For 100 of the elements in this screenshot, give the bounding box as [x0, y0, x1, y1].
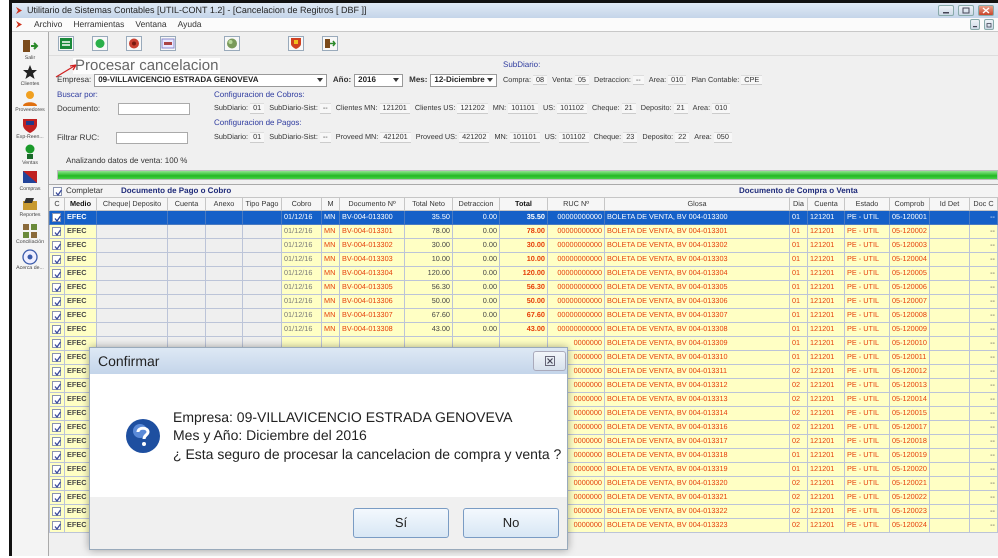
folder-icon	[21, 195, 39, 212]
row-selector[interactable]	[50, 336, 64, 350]
shield-icon	[289, 37, 303, 50]
row-selector[interactable]	[50, 280, 64, 294]
checkbox[interactable]	[52, 227, 61, 236]
toolbar-button[interactable]	[126, 36, 142, 51]
checkbox[interactable]	[52, 297, 61, 306]
person-icon	[20, 90, 39, 108]
check-icon	[54, 188, 63, 196]
row-selector[interactable]	[50, 252, 64, 266]
tooltip: Procesar cancelacion	[73, 58, 220, 74]
yes-button[interactable]: Sí	[353, 508, 449, 538]
checkbox[interactable]	[52, 269, 61, 278]
group-title: Documento de Pago o Cobro	[121, 186, 232, 196]
grid-icon	[20, 222, 39, 239]
row-selector[interactable]	[50, 392, 64, 406]
row-selector[interactable]	[50, 420, 64, 434]
row-selector[interactable]	[50, 462, 64, 476]
checkbox[interactable]	[52, 367, 61, 376]
close-icon	[544, 356, 554, 366]
row-selector[interactable]	[50, 504, 64, 518]
dialog-title: Confirmar	[98, 352, 160, 370]
minimize-button[interactable]	[938, 5, 954, 16]
dialog-message: Empresa: 09-VILLAVICENCIO ESTRADA GENOVEVA	[173, 408, 514, 426]
row-selector[interactable]	[50, 476, 64, 490]
row-selector[interactable]	[50, 434, 64, 448]
checkbox[interactable]	[52, 451, 61, 460]
checkbox[interactable]	[52, 423, 61, 432]
dropdown-value: 09-VILLAVICENCIO ESTRADA GENOVEVA	[98, 75, 259, 85]
checkbox[interactable]	[52, 325, 61, 334]
row-selector[interactable]	[50, 364, 64, 378]
checkbox-label: Completar	[66, 186, 103, 196]
checkbox[interactable]	[52, 283, 61, 292]
row-selector[interactable]	[50, 266, 64, 280]
row-selector[interactable]	[50, 518, 64, 532]
checkbox[interactable]	[52, 241, 61, 250]
maximize-button[interactable]	[958, 5, 974, 16]
close-button[interactable]	[978, 5, 994, 16]
row-selector[interactable]	[50, 294, 64, 308]
checkbox[interactable]	[52, 213, 61, 222]
checkbox[interactable]	[52, 255, 61, 264]
close-icon	[982, 7, 990, 14]
section-title: Configuracion de Pagos:	[214, 118, 303, 128]
ruc-filter-field[interactable]	[116, 132, 188, 144]
row-selector[interactable]	[50, 490, 64, 504]
row-selector[interactable]	[50, 322, 64, 336]
row-selector[interactable]	[50, 378, 64, 392]
caret-icon	[316, 78, 323, 82]
checkbox[interactable]	[52, 353, 61, 362]
row-selector[interactable]	[50, 224, 64, 238]
checkbox[interactable]	[52, 381, 61, 390]
checkbox[interactable]	[52, 311, 61, 320]
checkbox[interactable]	[52, 395, 61, 404]
checkbox[interactable]	[52, 521, 61, 530]
exit-icon	[323, 37, 337, 50]
field-label: Filtrar RUC:	[57, 132, 100, 142]
checkbox[interactable]	[52, 493, 61, 502]
globe-icon	[225, 37, 239, 50]
restore-icon	[986, 22, 992, 28]
checkbox[interactable]	[52, 339, 61, 348]
menu-item[interactable]: Archivo	[34, 19, 62, 30]
minimize-button[interactable]	[970, 19, 980, 30]
checkbox[interactable]	[53, 186, 62, 196]
window-title: Utilitario de Sistemas Contables [UTIL-CONT 1.2] - [Cancelacion de Regitros [ DBF ]]	[27, 5, 366, 16]
row-selector[interactable]	[50, 406, 64, 420]
row-selector[interactable]	[50, 308, 64, 322]
text-icon	[161, 37, 175, 50]
checkbox[interactable]	[52, 479, 61, 488]
row-selector[interactable]	[50, 350, 64, 364]
help-icon	[21, 248, 39, 265]
no-button[interactable]: No	[463, 508, 559, 538]
field-label: Mes:	[409, 75, 428, 85]
dropdown-value: 2016	[358, 75, 376, 85]
close-button[interactable]	[533, 351, 566, 371]
row-selector[interactable]	[50, 210, 64, 224]
checkbox[interactable]	[52, 465, 61, 474]
caret-icon	[487, 78, 493, 82]
caret-icon	[393, 78, 400, 82]
toolbar-button[interactable]	[58, 36, 74, 51]
group-title: Documento de Compra o Venta	[739, 186, 858, 196]
checkbox[interactable]	[52, 507, 61, 516]
checkbox[interactable]	[52, 409, 61, 418]
dialog-message: Mes y Año: Diciembre del 2016	[173, 426, 368, 445]
checkbox[interactable]	[52, 437, 61, 446]
row-selector[interactable]	[50, 448, 64, 462]
toolbar-button[interactable]	[322, 36, 338, 51]
month-dropdown[interactable]: 12-Diciembre	[430, 74, 497, 86]
toolbar-button[interactable]	[160, 36, 176, 51]
restore-button[interactable]	[984, 19, 994, 30]
menu-item[interactable]: Ventana	[135, 19, 167, 30]
company-dropdown[interactable]: 09-VILLAVICENCIO ESTRADA GENOVEVA	[94, 74, 327, 86]
progress-label: Analizando datos de venta: 100 %	[66, 156, 188, 166]
section-title: Buscar por:	[57, 90, 99, 100]
menu-item[interactable]: Ayuda	[178, 19, 202, 30]
toolbar-button[interactable]	[288, 36, 304, 51]
row-selector[interactable]	[50, 238, 64, 252]
document-field[interactable]	[118, 102, 190, 114]
menu-item[interactable]: Herramientas	[73, 19, 124, 30]
field-label: Año:	[332, 75, 352, 85]
year-dropdown[interactable]: 2016	[354, 74, 404, 86]
